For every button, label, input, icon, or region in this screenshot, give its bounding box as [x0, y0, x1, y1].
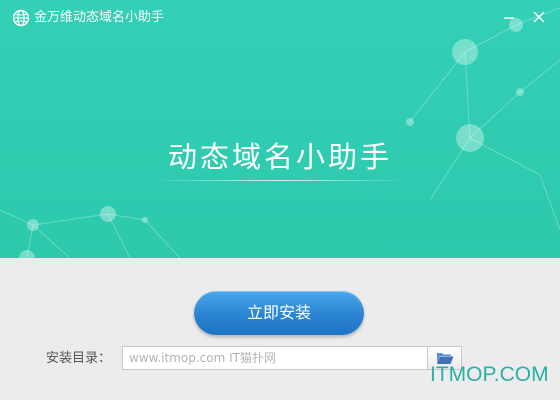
globe-icon — [12, 9, 30, 27]
close-icon — [533, 11, 545, 23]
minimize-button[interactable] — [496, 4, 522, 30]
install-directory-label: 安装目录： — [46, 351, 112, 366]
install-now-button[interactable]: 立即安装 — [194, 291, 364, 335]
close-button[interactable] — [526, 4, 552, 30]
hero-banner: 金万维动态域名小助手 动态域名小助手 — [0, 0, 560, 258]
window-title: 金万维动态域名小助手 — [34, 10, 165, 25]
network-decoration — [0, 7, 560, 258]
hero-title: 动态域名小助手 — [167, 140, 392, 174]
watermark: ITMOP.COM — [430, 363, 549, 386]
title-bar[interactable]: 金万维动态域名小助手 — [0, 0, 560, 36]
hero-divider — [150, 180, 410, 181]
minimize-icon — [504, 17, 514, 19]
install-directory-input[interactable] — [122, 346, 428, 370]
